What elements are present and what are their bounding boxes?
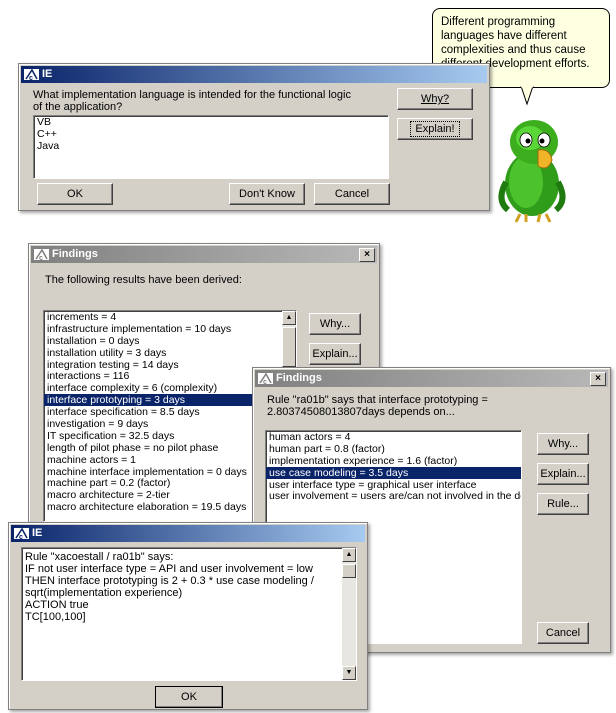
dependency-item[interactable]: implementation experience = 1.6 (factor) (266, 455, 521, 467)
dialog-titlebar: c IE (21, 66, 487, 83)
dont-know-button[interactable]: Don't Know (229, 183, 305, 205)
rule-line: Rule "xacoestall / ra01b" says: (25, 551, 174, 563)
language-option[interactable]: C++ (34, 128, 388, 140)
cancel-button[interactable]: Cancel (537, 622, 589, 644)
findings-title: Findings (52, 248, 98, 260)
app-logo-icon: c (14, 527, 30, 540)
scroll-thumb[interactable] (342, 564, 356, 578)
rule-text-dialog: c IE Rule "xacoestall / ra01b" says: IF … (8, 522, 368, 710)
result-item[interactable]: increments = 4 (44, 311, 296, 323)
dialog-titlebar: c IE (11, 525, 365, 542)
rule-line: IF not user interface type = API and use… (25, 563, 313, 575)
svg-text:c: c (39, 255, 43, 261)
rule-line: THEN interface prototyping is 2 + 0.3 * … (25, 575, 314, 587)
close-button[interactable]: × (359, 248, 375, 262)
tooltip-text: Different programming languages have dif… (441, 16, 590, 70)
dependency-item[interactable]: human actors = 4 (266, 431, 521, 443)
language-listbox[interactable]: VB C++ Java (33, 115, 389, 179)
parrot-mascot-icon (498, 120, 566, 223)
findings-heading: The following results have been derived: (45, 274, 242, 286)
findings-titlebar: c Findings × (31, 246, 377, 263)
implementation-language-dialog: c IE What implementation language is int… (18, 63, 490, 211)
rule-textarea[interactable]: Rule "xacoestall / ra01b" says: IF not u… (21, 547, 357, 681)
tooltip-pointer (520, 86, 534, 106)
dialog-title: IE (42, 68, 53, 80)
why-button[interactable]: Why... (309, 313, 361, 335)
explain-button[interactable]: Explain... (537, 463, 589, 485)
svg-text:c: c (29, 75, 33, 81)
dependency-item[interactable]: user interface type = graphical user int… (266, 479, 521, 491)
result-item[interactable]: installation utility = 3 days (44, 347, 296, 359)
scroll-down-icon[interactable]: ▼ (342, 666, 356, 680)
why-button[interactable]: Why? (397, 88, 473, 110)
app-logo-icon: c (24, 68, 40, 81)
ok-button[interactable]: OK (155, 686, 223, 708)
scroll-up-icon[interactable]: ▲ (342, 548, 356, 562)
rule-line: sqrt(implementation experience) (25, 587, 183, 599)
rule-heading: Rule "ra01b" says that interface prototy… (267, 394, 488, 418)
app-logo-icon: c (258, 372, 274, 385)
dependency-item-selected[interactable]: use case modeling = 3.5 days (266, 466, 521, 479)
rule-button[interactable]: Rule... (537, 493, 589, 515)
result-item[interactable]: infrastructure implementation = 10 days (44, 323, 296, 335)
explain-button[interactable]: Explain! (397, 118, 473, 140)
findings-titlebar: c Findings × (255, 370, 608, 387)
language-option[interactable]: VB (34, 116, 388, 128)
result-item[interactable]: installation = 0 days (44, 335, 296, 347)
scroll-thumb[interactable] (282, 327, 296, 367)
app-logo-icon: c (34, 248, 50, 261)
cancel-button[interactable]: Cancel (314, 183, 390, 205)
textarea-scrollbar[interactable]: ▲ ▼ (342, 548, 356, 680)
language-option[interactable]: Java (34, 140, 388, 152)
rule-line: ACTION true (25, 599, 89, 611)
explain-button[interactable]: Explain... (309, 343, 361, 365)
findings-title: Findings (276, 372, 322, 384)
dependency-item[interactable]: human part = 0.8 (factor) (266, 443, 521, 455)
question-text: What implementation language is intended… (33, 89, 351, 113)
rule-line: TC[100,100] (25, 611, 86, 623)
svg-text:c: c (263, 379, 267, 385)
scroll-up-icon[interactable]: ▲ (282, 311, 296, 325)
ok-button[interactable]: OK (37, 183, 113, 205)
close-button[interactable]: × (590, 372, 606, 386)
dependency-item[interactable]: user involvement = users are/can not inv… (266, 490, 521, 503)
why-button[interactable]: Why... (537, 433, 589, 455)
dialog-title: IE (32, 527, 43, 539)
svg-text:c: c (19, 534, 23, 540)
